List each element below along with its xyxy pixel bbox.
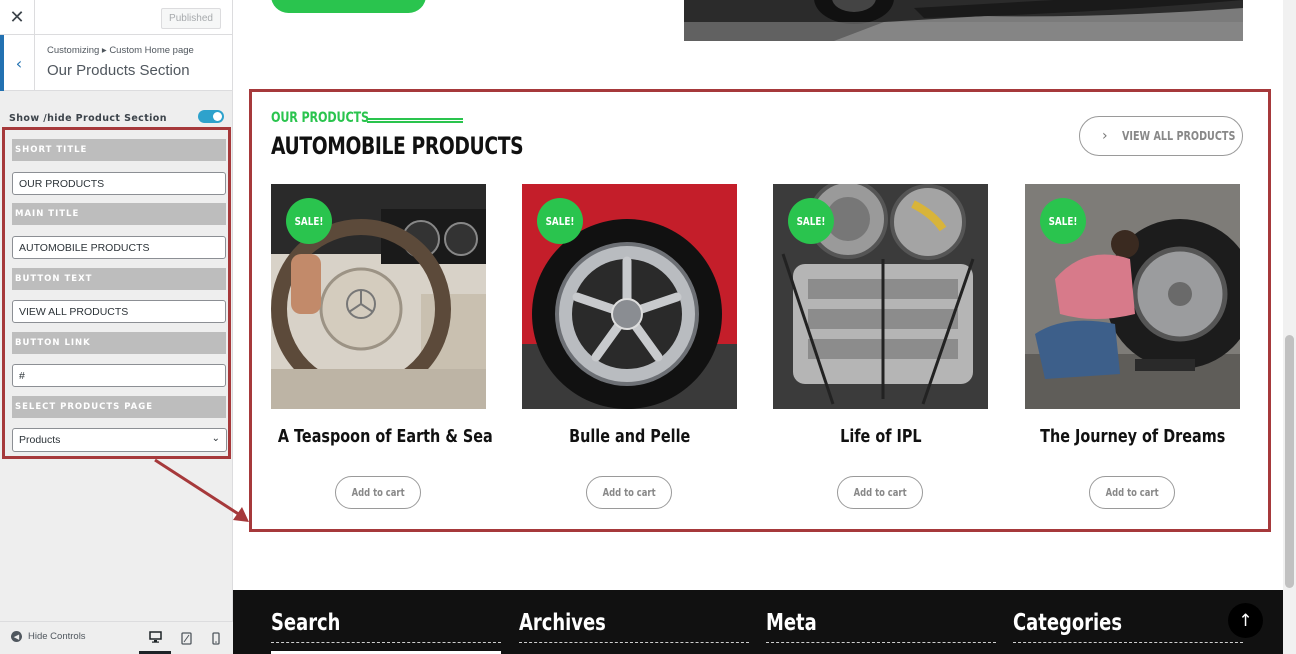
product-name[interactable]: A Teaspoon of Earth & Sea [251, 426, 506, 447]
breadcrumb: Customizing ▸ Custom Home page [47, 45, 194, 56]
back-chevron-icon[interactable]: ‹ [0, 35, 35, 91]
products-short-title: OUR PRODUCTS [271, 110, 369, 126]
section-header: ‹ Customizing ▸ Custom Home page Our Pro… [0, 35, 232, 91]
published-button[interactable]: Published [161, 8, 221, 29]
mobile-icon[interactable] [200, 622, 232, 654]
product-name[interactable]: The Journey of Dreams [1005, 426, 1260, 447]
products-page-select[interactable]: Products ⌄ [12, 428, 227, 452]
show-hide-row: Show /hide Product Section [9, 108, 224, 124]
hide-controls-label: Hide Controls [28, 631, 86, 642]
sale-badge: SALE! [788, 198, 834, 244]
main-title-label: MAIN TITLE [12, 203, 226, 225]
add-to-cart-button[interactable]: Add to cart [1089, 476, 1175, 509]
button-text-input[interactable]: VIEW ALL PRODUCTS [12, 300, 226, 323]
product-name[interactable]: Life of IPL [753, 426, 1008, 447]
button-link-label: BUTTON LINK [12, 332, 226, 354]
sidebar-footer: ◀ Hide Controls [0, 621, 233, 654]
add-to-cart-button[interactable]: Add to cart [335, 476, 421, 509]
title-underline [367, 118, 463, 123]
customizer-window: ✕ Published ‹ Customizing ▸ Custom Home … [0, 0, 1296, 654]
view-all-products-button[interactable]: › VIEW ALL PRODUCTS [1079, 116, 1243, 156]
close-icon[interactable]: ✕ [0, 0, 35, 35]
show-hide-toggle[interactable] [198, 110, 224, 123]
add-to-cart-button[interactable]: Add to cart [837, 476, 923, 509]
toggle-knob [213, 112, 222, 121]
sidebar-top-bar: ✕ Published [0, 0, 232, 35]
footer-meta-heading: Meta [766, 610, 996, 643]
sale-badge: SALE! [1040, 198, 1086, 244]
footer-search-heading: Search [271, 610, 501, 643]
products-main-title: AUTOMOBILE PRODUCTS [271, 132, 524, 160]
product-image-steering-wheel[interactable]: SALE! [271, 184, 486, 409]
view-all-label: VIEW ALL PRODUCTS [1121, 129, 1235, 143]
select-value: Products [19, 434, 61, 446]
short-title-input[interactable]: OUR PRODUCTS [12, 172, 226, 195]
sale-badge: SALE! [537, 198, 583, 244]
footer-categories-heading: Categories [1013, 610, 1243, 643]
sale-badge: SALE! [286, 198, 332, 244]
button-text-label: BUTTON TEXT [12, 268, 226, 290]
product-image-engine[interactable]: SALE! [773, 184, 988, 409]
hide-controls-button[interactable]: ◀ Hide Controls [11, 631, 86, 642]
scroll-thumb[interactable] [1285, 335, 1294, 588]
product-image-wheel[interactable]: SALE! [522, 184, 737, 409]
preview-scrollbar[interactable] [1283, 0, 1296, 654]
product-name[interactable]: Bulle and Pelle [502, 426, 757, 447]
hero-car-image [684, 0, 1243, 41]
button-link-input[interactable]: # [12, 364, 226, 387]
arrow-up-icon[interactable]: ↑ [1228, 603, 1263, 638]
customizer-sidebar: ✕ Published ‹ Customizing ▸ Custom Home … [0, 0, 233, 654]
select-page-label: SELECT PRODUCTS PAGE [12, 396, 226, 418]
toggle-label: Show /hide Product Section [9, 113, 167, 124]
collapse-icon: ◀ [11, 631, 22, 642]
hero-button[interactable] [271, 0, 426, 13]
desktop-icon[interactable] [139, 622, 171, 654]
chevron-right-icon: › [1102, 128, 1108, 144]
main-title-input[interactable]: AUTOMOBILE PRODUCTS [12, 236, 226, 259]
tablet-icon[interactable] [170, 622, 202, 654]
short-title-label: SHORT TITLE [12, 139, 226, 161]
fields-highlight-box: SHORT TITLE OUR PRODUCTS MAIN TITLE AUTO… [2, 127, 231, 459]
chevron-down-icon: ⌄ [211, 433, 220, 444]
site-preview: OUR PRODUCTS AUTOMOBILE PRODUCTS › VIEW … [233, 0, 1283, 654]
product-image-mechanic[interactable]: SALE! [1025, 184, 1240, 409]
footer-archives-heading: Archives [519, 610, 749, 643]
site-footer: Search Archives Meta Categories [233, 590, 1283, 654]
section-title: Our Products Section [47, 62, 190, 79]
add-to-cart-button[interactable]: Add to cart [586, 476, 672, 509]
